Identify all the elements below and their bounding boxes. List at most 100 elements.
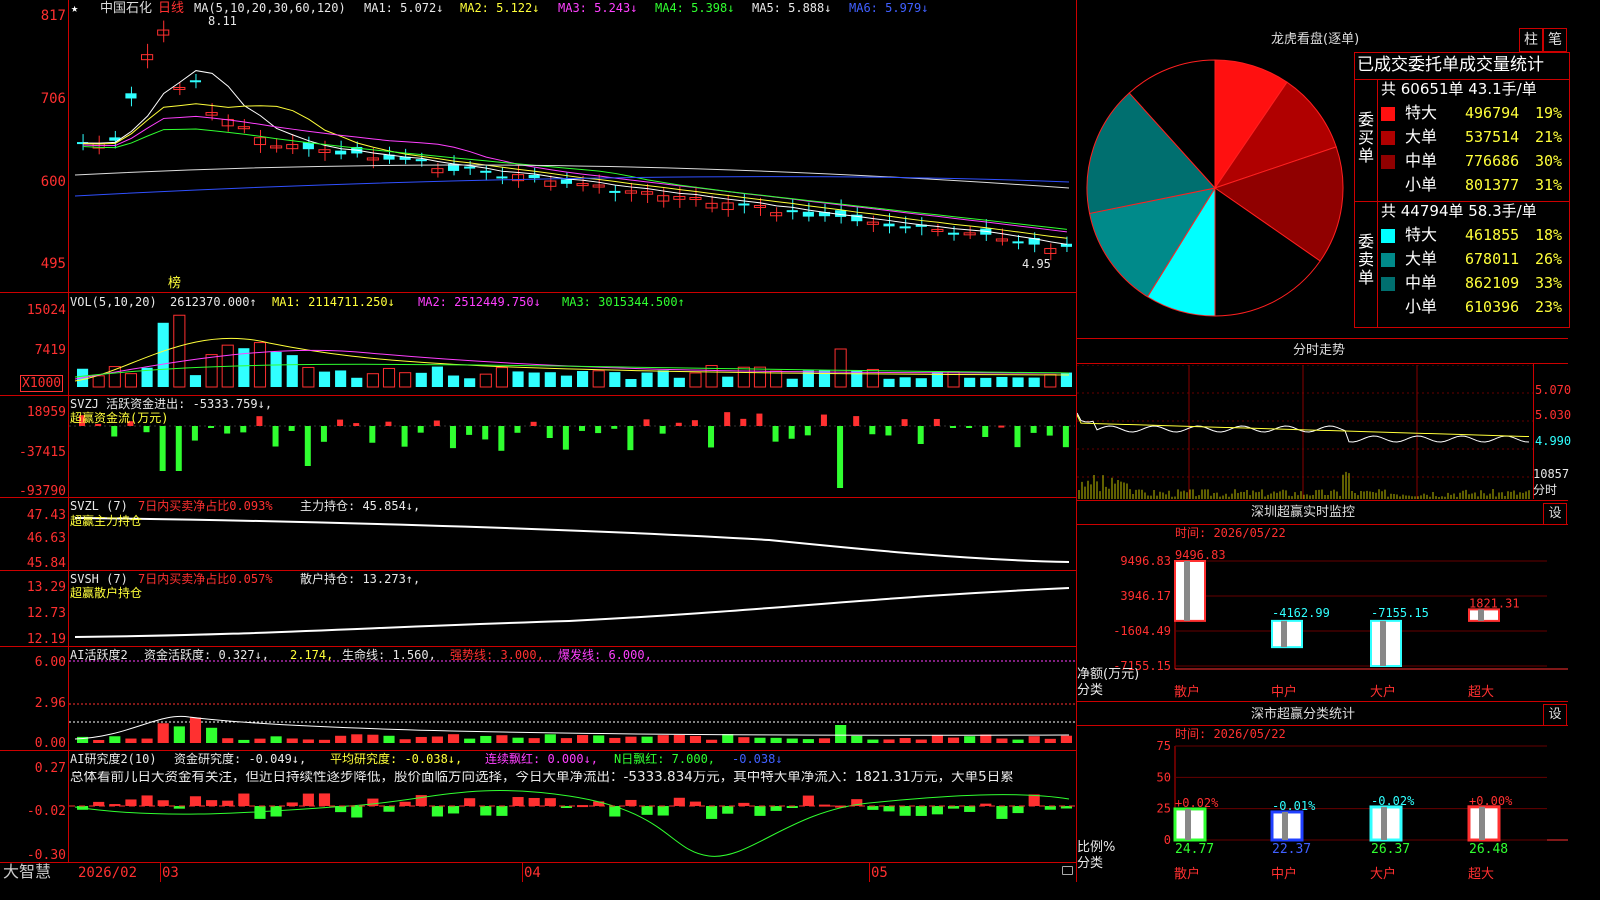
classify-chart[interactable]: 75 50 25 0 +0.02% 24.77 散户 -0.01% 22.37 中户 -0.02% 2… (1077, 702, 1568, 882)
ma-line (83, 103, 1067, 239)
star-icon[interactable]: ★ (71, 2, 78, 14)
classify-category: 大户 (1370, 866, 1396, 882)
buy-category: 特大 (1405, 103, 1438, 122)
ma-line (83, 115, 1067, 233)
intraday-chart[interactable] (1077, 365, 1533, 499)
candle-down (899, 226, 911, 229)
ai-activity-svg[interactable] (69, 647, 1075, 750)
classify-change: -0.02% (1371, 794, 1415, 808)
research-bar (189, 796, 202, 806)
vol-bar (1028, 377, 1040, 387)
classify-panel[interactable]: 深市超赢分类统计 设 时间: 2026/05/22 75 50 25 0 +0.02% 2… (1077, 702, 1568, 882)
monitor-panel[interactable]: 深圳超赢实时监控 设 时间: 2026/05/22 9496.83 3946.17… (1077, 501, 1568, 701)
flow-bar (466, 426, 473, 435)
flow-bar (288, 426, 295, 431)
ai2-axis-tick: -0.30 (26, 848, 66, 863)
stroke-toggle-button[interactable]: 笔 (1543, 28, 1567, 52)
longhu-panel[interactable]: 龙虎看盘(逐单) 柱 笔 已成交委托单成交量统计 委买单 委卖单 共 60651… (1077, 0, 1570, 338)
svzj-svg[interactable] (69, 396, 1075, 497)
research-bar (1044, 806, 1056, 810)
vol-bar (851, 370, 863, 387)
candle-down (496, 176, 508, 179)
flow-bar (627, 426, 634, 451)
classify-ylabel: 比例% (1077, 840, 1116, 855)
chart-area[interactable]: ★ 中国石化 日线 MA(5,10,20,30,60,120) MA1: 5.0… (0, 0, 1076, 882)
classify-bar-shade (1282, 811, 1288, 840)
flow-bar (449, 426, 456, 449)
ma1-value: MA1: 5.072↓ (364, 1, 444, 15)
activity-bar (318, 739, 331, 743)
monitor-axis-tick: 9496.83 (1120, 554, 1171, 568)
flow-bar (949, 426, 956, 428)
vol-bar (366, 373, 379, 388)
activity-bar (157, 723, 169, 743)
date-axis-label: 04 (524, 865, 541, 881)
activity-bar (786, 738, 798, 743)
research-bar (157, 800, 169, 806)
column-toggle-button[interactable]: 柱 (1519, 28, 1543, 52)
svzj-axis-tick: 18959 (26, 405, 66, 420)
sell-swatch (1381, 277, 1395, 291)
flow-bar (675, 422, 682, 426)
sell-percent: 26% (1535, 250, 1563, 268)
buy-category: 小单 (1405, 175, 1438, 194)
research-bar (528, 797, 540, 806)
flow-bar (804, 426, 811, 436)
vol-unit-box: X1000 (20, 375, 64, 392)
intraday-panel[interactable]: 分时走势 5.070 5.030 4.990 10857 分时 (1077, 339, 1572, 500)
activity-bar (383, 735, 395, 743)
flow-bar (772, 426, 779, 442)
vol-bar (947, 371, 960, 388)
buy-volume: 496794 (1465, 104, 1520, 122)
research-bar (286, 802, 298, 806)
monitor-bar-value: 9496.83 (1175, 548, 1226, 562)
svsh-axis-tick: 12.73 (26, 606, 66, 621)
activity-bar (915, 739, 927, 743)
period-label[interactable]: 日线 (158, 2, 184, 15)
sell-swatch (1381, 229, 1395, 243)
svzl-subtitle: 超赢主力持仓 (70, 514, 143, 528)
activity-bar (706, 739, 718, 743)
vol-bar (996, 376, 1008, 387)
activity-bar (577, 735, 589, 743)
research-bar (689, 801, 702, 806)
vol-bar (609, 372, 621, 387)
flow-bar (208, 426, 215, 428)
flow-bar (498, 426, 505, 451)
retail-hold-line (74, 587, 1070, 638)
sell-volume: 678011 (1465, 250, 1520, 268)
ai2-summary: 总体看前几日大资金有关注，但近日持续性逐步降低，股价面临方向选择，今日大单净流出… (70, 771, 1014, 785)
buy-total: 共 60651单 43.1手/单 (1381, 80, 1537, 98)
activity-bar (689, 735, 702, 743)
sell-category: 中单 (1405, 273, 1438, 292)
candle-down (125, 93, 137, 99)
intraday-price-tick: 4.990 (1535, 434, 1572, 448)
activity-bar (544, 734, 556, 743)
vol-bar (495, 367, 508, 388)
buy-swatch (1381, 155, 1395, 169)
monitor-bar-value: 1821.31 (1469, 596, 1520, 610)
stock-name: 中国石化 (100, 1, 153, 16)
kline-svg[interactable] (69, 0, 1075, 292)
longhu-pie[interactable] (1077, 56, 1355, 334)
monitor-chart[interactable]: 9496.83 3946.17 -1604.49 -7155.15 9496.83 散户 -… (1077, 501, 1568, 701)
vol-bar (577, 371, 589, 387)
activity-bar (335, 735, 347, 743)
research-bar (915, 806, 927, 816)
vol-bar (335, 370, 347, 387)
activity-bar (480, 735, 492, 743)
vol-bar (818, 370, 831, 387)
activity-bar (141, 738, 153, 743)
classify-bar-shade (1479, 806, 1485, 840)
classify-value: 26.48 (1469, 842, 1508, 857)
ai2-axis-tick: -0.02 (26, 804, 66, 819)
intraday-title: 分时走势 (1293, 343, 1346, 358)
ai-research-svg[interactable] (69, 751, 1075, 862)
research-bar (351, 806, 363, 818)
activity-bar (238, 739, 250, 743)
activity-bar (980, 734, 992, 743)
lock-icon[interactable] (1062, 866, 1073, 875)
research-bar (383, 806, 395, 812)
flow-bar (143, 426, 150, 433)
activity-bar (206, 727, 218, 743)
